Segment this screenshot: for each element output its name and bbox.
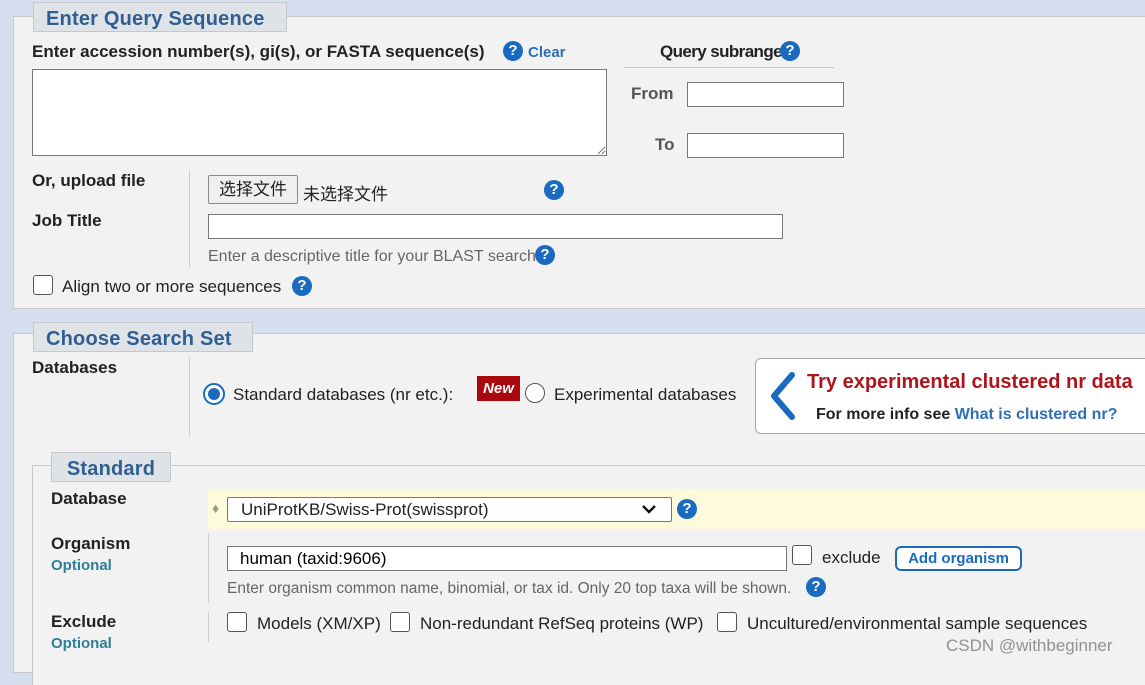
to-label: To: [655, 135, 675, 154]
exclude-uncultured-checkbox[interactable]: [717, 612, 737, 632]
align-label: Align two or more sequences: [62, 277, 282, 296]
new-badge: New: [477, 376, 520, 401]
databases-divider: [189, 357, 190, 437]
experimental-radio[interactable]: [525, 383, 545, 403]
organism-exclude-checkbox[interactable]: [792, 545, 812, 565]
align-checkbox[interactable]: [33, 275, 53, 295]
exclude-models-checkbox[interactable]: [227, 612, 247, 632]
clear-link[interactable]: Clear: [528, 44, 566, 61]
organism-input[interactable]: [227, 546, 787, 571]
no-file-text: 未选择文件: [303, 185, 388, 204]
chevron-down-icon: [642, 505, 656, 514]
accession-label: Enter accession number(s), gi(s), or FAS…: [32, 42, 485, 61]
clustered-nr-promo: Try experimental clustered nr data For m…: [755, 358, 1145, 434]
organism-help-icon[interactable]: ?: [806, 577, 826, 597]
exclude-models-label: Models (XM/XP): [257, 614, 381, 633]
accession-help-icon[interactable]: ?: [503, 41, 523, 61]
query-subrange-label: Query subrange: [660, 42, 783, 61]
watermark: CSDN @withbeginner: [946, 636, 1113, 655]
standard-legend: Standard: [51, 452, 171, 482]
from-input[interactable]: [687, 82, 844, 107]
job-title-label: Job Title: [32, 211, 102, 230]
database-label: Database: [51, 489, 127, 508]
from-label: From: [631, 84, 674, 103]
exclude-wp-label: Non-redundant RefSeq proteins (WP): [420, 614, 704, 633]
upload-help-icon[interactable]: ?: [544, 180, 564, 200]
exclude-label: Exclude: [51, 612, 117, 631]
promo-text-line: For more info see What is clustered nr?: [816, 406, 1117, 424]
organism-divider: [208, 533, 209, 603]
upload-label: Or, upload file: [32, 171, 146, 190]
databases-label: Databases: [32, 358, 118, 377]
standard-radio-label: Standard databases (nr etc.):: [233, 385, 454, 404]
to-input[interactable]: [687, 133, 844, 158]
sequence-textarea[interactable]: [32, 69, 607, 156]
add-organism-button[interactable]: Add organism: [895, 546, 1022, 571]
exclude-wp-checkbox[interactable]: [390, 612, 410, 632]
subrange-help-icon[interactable]: ?: [780, 41, 800, 61]
exclude-optional: Optional: [51, 635, 112, 652]
exclude-uncultured-label: Uncultured/environmental sample sequence…: [747, 614, 1088, 633]
upload-divider: [189, 170, 190, 268]
database-select-value: UniProtKB/Swiss-Prot(swissprot): [241, 500, 489, 519]
promo-text: For more info see: [816, 406, 951, 423]
job-title-input[interactable]: [208, 214, 783, 239]
job-title-hint: Enter a descriptive title for your BLAST…: [208, 248, 536, 265]
promo-title: Try experimental clustered nr data: [807, 371, 1133, 393]
standard-radio[interactable]: [203, 383, 225, 405]
organism-label: Organism: [51, 534, 131, 553]
exclude-divider: [208, 612, 209, 642]
drag-handle-icon: ♦: [212, 500, 220, 516]
standard-radio-dot: [208, 388, 220, 400]
experimental-radio-label: Experimental databases: [554, 385, 737, 404]
job-title-help-icon[interactable]: ?: [535, 245, 555, 265]
query-subrange-title: Query subrange: [660, 42, 783, 62]
query-legend: Enter Query Sequence: [33, 2, 287, 32]
organism-hint: Enter organism common name, binomial, or…: [227, 580, 792, 597]
search-set-legend: Choose Search Set: [33, 322, 253, 352]
promo-link[interactable]: What is clustered nr?: [955, 406, 1118, 423]
database-help-icon[interactable]: ?: [677, 499, 697, 519]
subrange-divider: [624, 67, 834, 68]
align-help-icon[interactable]: ?: [292, 276, 312, 296]
choose-file-button[interactable]: 选择文件: [208, 175, 298, 204]
organism-exclude-label: exclude: [822, 548, 881, 567]
organism-optional: Optional: [51, 557, 112, 574]
chevron-left-icon[interactable]: [766, 371, 800, 421]
database-select[interactable]: UniProtKB/Swiss-Prot(swissprot): [227, 497, 672, 522]
